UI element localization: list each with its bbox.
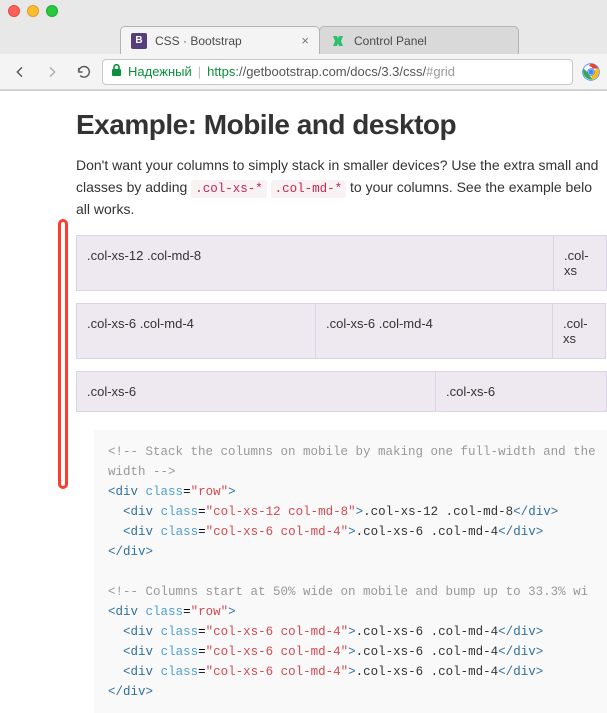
grid-row: .col-xs-12 .col-md-8.col-xs (76, 235, 607, 291)
address-bar: Надежный | https://getbootstrap.com/docs… (0, 54, 607, 90)
grid-cell: .col-xs-6 .col-md-4 (315, 303, 553, 359)
section-heading: Example: Mobile and desktop (76, 109, 607, 141)
grid-row: .col-xs-6.col-xs-6 (76, 371, 607, 412)
tab-title: CSS · Bootstrap (155, 34, 293, 48)
grid-cell: .col-xs-6 (435, 371, 607, 412)
cpanel-favicon (330, 33, 346, 49)
grid-cell: .col-xs (552, 303, 606, 359)
window-minimize-button[interactable] (27, 5, 39, 17)
url-input[interactable]: Надежный | https://getbootstrap.com/docs… (102, 59, 573, 85)
forward-button[interactable] (38, 58, 66, 86)
grid-cell: .col-xs (553, 235, 607, 291)
window-zoom-button[interactable] (46, 5, 58, 17)
grid-cell: .col-xs-12 .col-md-8 (76, 235, 554, 291)
grid-example: .col-xs-12 .col-md-8.col-xs.col-xs-6 .co… (76, 235, 607, 412)
grid-row: .col-xs-6 .col-md-4.col-xs-6 .col-md-4.c… (76, 303, 607, 359)
code-inline: .col-md-* (271, 180, 347, 198)
url-text: https://getbootstrap.com/docs/3.3/css/#g… (207, 64, 455, 79)
grid-cell: .col-xs-6 (76, 371, 436, 412)
extension-icon[interactable] (581, 62, 601, 82)
lock-icon (111, 64, 122, 80)
code-snippet: <!-- Stack the columns on mobile by maki… (94, 430, 607, 713)
secure-label: Надежный (128, 64, 192, 79)
bootstrap-favicon: B (131, 33, 147, 49)
tab-title: Control Panel (354, 34, 508, 48)
separator: | (198, 64, 201, 79)
intro-paragraph: Don't want your columns to simply stack … (76, 155, 607, 221)
close-icon[interactable]: × (301, 33, 309, 48)
tab-strip: B CSS · Bootstrap × Control Panel (0, 22, 607, 54)
reload-button[interactable] (70, 58, 98, 86)
tab-bootstrap[interactable]: B CSS · Bootstrap × (120, 26, 320, 54)
code-inline: .col-xs-* (191, 180, 267, 198)
highlight-annotation (58, 219, 68, 489)
back-button[interactable] (6, 58, 34, 86)
tab-control-panel[interactable]: Control Panel (319, 26, 519, 54)
window-titlebar (0, 0, 607, 22)
grid-cell: .col-xs-6 .col-md-4 (76, 303, 316, 359)
window-close-button[interactable] (8, 5, 20, 17)
